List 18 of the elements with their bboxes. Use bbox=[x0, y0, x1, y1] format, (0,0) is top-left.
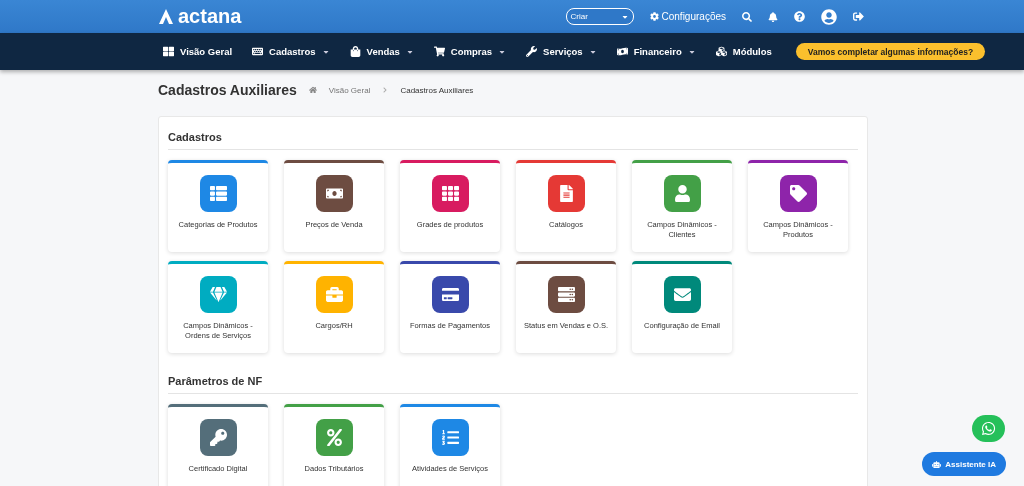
complete-info-button[interactable]: Vamos completar algumas informações? bbox=[795, 43, 986, 60]
nav-item[interactable]: Vendas bbox=[366, 46, 400, 57]
breadcrumb-item: Cadastros Auxiliares bbox=[400, 85, 474, 95]
nav-item[interactable]: Módulos bbox=[732, 46, 772, 57]
settings-link[interactable]: Configurações bbox=[661, 11, 726, 22]
nav-item[interactable]: Compras bbox=[450, 46, 493, 57]
nav-item[interactable]: Visão Geral bbox=[180, 46, 233, 57]
logo[interactable]: actana bbox=[158, 5, 242, 28]
page-title: Cadastros Auxiliares bbox=[158, 82, 297, 98]
breadcrumb-item[interactable]: Visão Geral bbox=[328, 85, 371, 95]
section-title: Cadastros bbox=[168, 123, 858, 150]
assistant-button[interactable]: Assistente IA bbox=[922, 452, 1006, 476]
nav-item[interactable]: Financeiro bbox=[633, 46, 682, 57]
create-select[interactable]: Criar bbox=[565, 8, 634, 25]
section-title: Parâmetros de NF bbox=[168, 367, 858, 394]
nav-item[interactable]: Cadastros bbox=[269, 46, 316, 57]
logo-text: actana bbox=[178, 5, 242, 28]
nav-item[interactable]: Serviços bbox=[543, 46, 583, 57]
